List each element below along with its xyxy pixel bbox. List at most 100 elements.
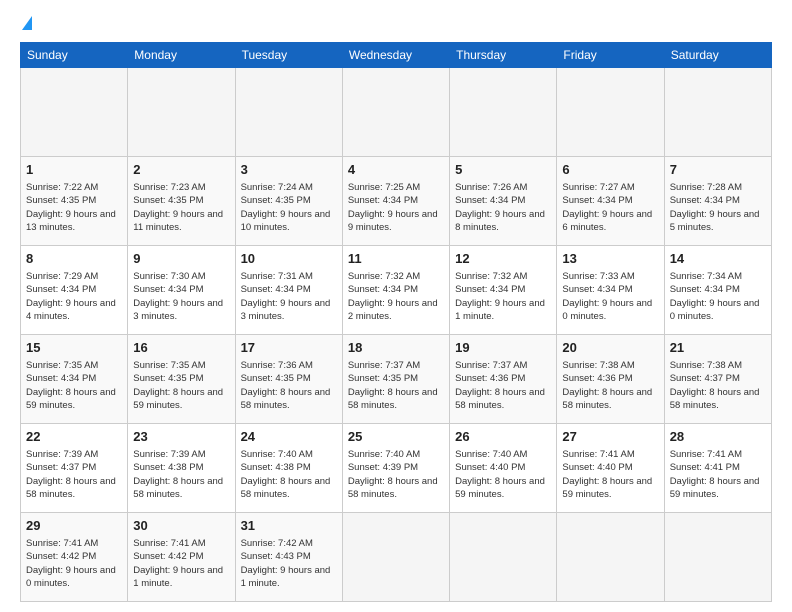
day-number: 12 [455, 250, 551, 268]
logo-icon [22, 16, 32, 30]
calendar-cell: 23Sunrise: 7:39 AMSunset: 4:38 PMDayligh… [128, 424, 235, 513]
day-header-wednesday: Wednesday [342, 43, 449, 68]
day-number: 24 [241, 428, 337, 446]
day-info: Sunrise: 7:40 AMSunset: 4:38 PMDaylight:… [241, 449, 331, 500]
day-number: 16 [133, 339, 229, 357]
calendar-cell: 5 Sunrise: 7:26 AMSunset: 4:34 PMDaylight… [450, 157, 557, 246]
calendar-cell [450, 68, 557, 157]
day-number: 11 [348, 250, 444, 268]
day-info: Sunrise: 7:40 AMSunset: 4:40 PMDaylight:… [455, 449, 545, 500]
day-info: Sunrise: 7:29 AMSunset: 4:34 PMDaylight:… [26, 271, 116, 322]
calendar-cell: 1 Sunrise: 7:22 AMSunset: 4:35 PMDaylight… [21, 157, 128, 246]
day-info: Sunrise: 7:28 AMSunset: 4:34 PMDaylight:… [670, 182, 760, 233]
day-number: 7 [670, 161, 766, 179]
logo [20, 16, 32, 32]
day-header-tuesday: Tuesday [235, 43, 342, 68]
calendar-cell: 11 Sunrise: 7:32 AMSunset: 4:34 PMDayligh… [342, 246, 449, 335]
day-info: Sunrise: 7:42 AMSunset: 4:43 PMDaylight:… [241, 538, 331, 589]
calendar-cell: 7 Sunrise: 7:28 AMSunset: 4:34 PMDaylight… [664, 157, 771, 246]
day-info: Sunrise: 7:22 AMSunset: 4:35 PMDaylight:… [26, 182, 116, 233]
day-number: 25 [348, 428, 444, 446]
calendar-cell: 12 Sunrise: 7:32 AMSunset: 4:34 PMDayligh… [450, 246, 557, 335]
calendar-cell [342, 513, 449, 602]
day-info: Sunrise: 7:35 AMSunset: 4:35 PMDaylight:… [133, 360, 223, 411]
day-number: 15 [26, 339, 122, 357]
day-number: 31 [241, 517, 337, 535]
calendar-cell [557, 513, 664, 602]
day-number: 28 [670, 428, 766, 446]
calendar-cell: 20Sunrise: 7:38 AMSunset: 4:36 PMDayligh… [557, 335, 664, 424]
day-header-friday: Friday [557, 43, 664, 68]
calendar-cell [21, 68, 128, 157]
calendar-cell [664, 68, 771, 157]
calendar-cell: 18Sunrise: 7:37 AMSunset: 4:35 PMDayligh… [342, 335, 449, 424]
day-info: Sunrise: 7:38 AMSunset: 4:36 PMDaylight:… [562, 360, 652, 411]
day-info: Sunrise: 7:39 AMSunset: 4:38 PMDaylight:… [133, 449, 223, 500]
calendar-cell: 21Sunrise: 7:38 AMSunset: 4:37 PMDayligh… [664, 335, 771, 424]
calendar-week-row: 29Sunrise: 7:41 AMSunset: 4:42 PMDayligh… [21, 513, 772, 602]
day-number: 17 [241, 339, 337, 357]
day-number: 6 [562, 161, 658, 179]
day-info: Sunrise: 7:41 AMSunset: 4:40 PMDaylight:… [562, 449, 652, 500]
day-info: Sunrise: 7:33 AMSunset: 4:34 PMDaylight:… [562, 271, 652, 322]
day-number: 13 [562, 250, 658, 268]
calendar-cell: 24 Sunrise: 7:40 AMSunset: 4:38 PMDayligh… [235, 424, 342, 513]
calendar-cell: 9 Sunrise: 7:30 AMSunset: 4:34 PMDaylight… [128, 246, 235, 335]
day-header-sunday: Sunday [21, 43, 128, 68]
day-info: Sunrise: 7:32 AMSunset: 4:34 PMDaylight:… [455, 271, 545, 322]
calendar-cell: 8 Sunrise: 7:29 AMSunset: 4:34 PMDaylight… [21, 246, 128, 335]
day-number: 22 [26, 428, 122, 446]
header [20, 16, 772, 32]
calendar-cell: 22 Sunrise: 7:39 AMSunset: 4:37 PMDayligh… [21, 424, 128, 513]
day-number: 2 [133, 161, 229, 179]
day-info: Sunrise: 7:41 AMSunset: 4:42 PMDaylight:… [26, 538, 116, 589]
day-number: 27 [562, 428, 658, 446]
calendar-cell: 3Sunrise: 7:24 AMSunset: 4:35 PMDaylight… [235, 157, 342, 246]
calendar-cell [557, 68, 664, 157]
calendar-cell: 4Sunrise: 7:25 AMSunset: 4:34 PMDaylight… [342, 157, 449, 246]
calendar-cell [342, 68, 449, 157]
day-info: Sunrise: 7:31 AMSunset: 4:34 PMDaylight:… [241, 271, 331, 322]
day-info: Sunrise: 7:39 AMSunset: 4:37 PMDaylight:… [26, 449, 116, 500]
day-info: Sunrise: 7:26 AMSunset: 4:34 PMDaylight:… [455, 182, 545, 233]
calendar-cell: 10 Sunrise: 7:31 AMSunset: 4:34 PMDayligh… [235, 246, 342, 335]
calendar-cell [128, 68, 235, 157]
day-number: 21 [670, 339, 766, 357]
calendar-table: SundayMondayTuesdayWednesdayThursdayFrid… [20, 42, 772, 602]
calendar-week-row: 1 Sunrise: 7:22 AMSunset: 4:35 PMDaylight… [21, 157, 772, 246]
day-header-thursday: Thursday [450, 43, 557, 68]
logo-text [20, 16, 32, 32]
day-number: 3 [241, 161, 337, 179]
day-number: 1 [26, 161, 122, 179]
calendar-cell: 26 Sunrise: 7:40 AMSunset: 4:40 PMDayligh… [450, 424, 557, 513]
day-header-saturday: Saturday [664, 43, 771, 68]
day-info: Sunrise: 7:32 AMSunset: 4:34 PMDaylight:… [348, 271, 438, 322]
calendar-week-row: 8 Sunrise: 7:29 AMSunset: 4:34 PMDaylight… [21, 246, 772, 335]
day-info: Sunrise: 7:36 AMSunset: 4:35 PMDaylight:… [241, 360, 331, 411]
day-info: Sunrise: 7:30 AMSunset: 4:34 PMDaylight:… [133, 271, 223, 322]
day-info: Sunrise: 7:40 AMSunset: 4:39 PMDaylight:… [348, 449, 438, 500]
day-info: Sunrise: 7:35 AMSunset: 4:34 PMDaylight:… [26, 360, 116, 411]
day-number: 30 [133, 517, 229, 535]
calendar-cell: 16 Sunrise: 7:35 AMSunset: 4:35 PMDayligh… [128, 335, 235, 424]
day-info: Sunrise: 7:37 AMSunset: 4:35 PMDaylight:… [348, 360, 438, 411]
calendar-cell [450, 513, 557, 602]
day-info: Sunrise: 7:41 AMSunset: 4:42 PMDaylight:… [133, 538, 223, 589]
day-number: 8 [26, 250, 122, 268]
calendar-week-row: 15 Sunrise: 7:35 AMSunset: 4:34 PMDayligh… [21, 335, 772, 424]
calendar-cell [664, 513, 771, 602]
day-number: 10 [241, 250, 337, 268]
day-info: Sunrise: 7:41 AMSunset: 4:41 PMDaylight:… [670, 449, 760, 500]
day-number: 5 [455, 161, 551, 179]
calendar-cell: 27 Sunrise: 7:41 AMSunset: 4:40 PMDayligh… [557, 424, 664, 513]
day-number: 19 [455, 339, 551, 357]
day-number: 26 [455, 428, 551, 446]
calendar-cell: 6Sunrise: 7:27 AMSunset: 4:34 PMDaylight… [557, 157, 664, 246]
calendar-cell [235, 68, 342, 157]
day-info: Sunrise: 7:25 AMSunset: 4:34 PMDaylight:… [348, 182, 438, 233]
calendar-cell: 13 Sunrise: 7:33 AMSunset: 4:34 PMDayligh… [557, 246, 664, 335]
calendar-cell: 30 Sunrise: 7:41 AMSunset: 4:42 PMDayligh… [128, 513, 235, 602]
calendar-cell: 17 Sunrise: 7:36 AMSunset: 4:35 PMDayligh… [235, 335, 342, 424]
day-header-monday: Monday [128, 43, 235, 68]
day-number: 9 [133, 250, 229, 268]
